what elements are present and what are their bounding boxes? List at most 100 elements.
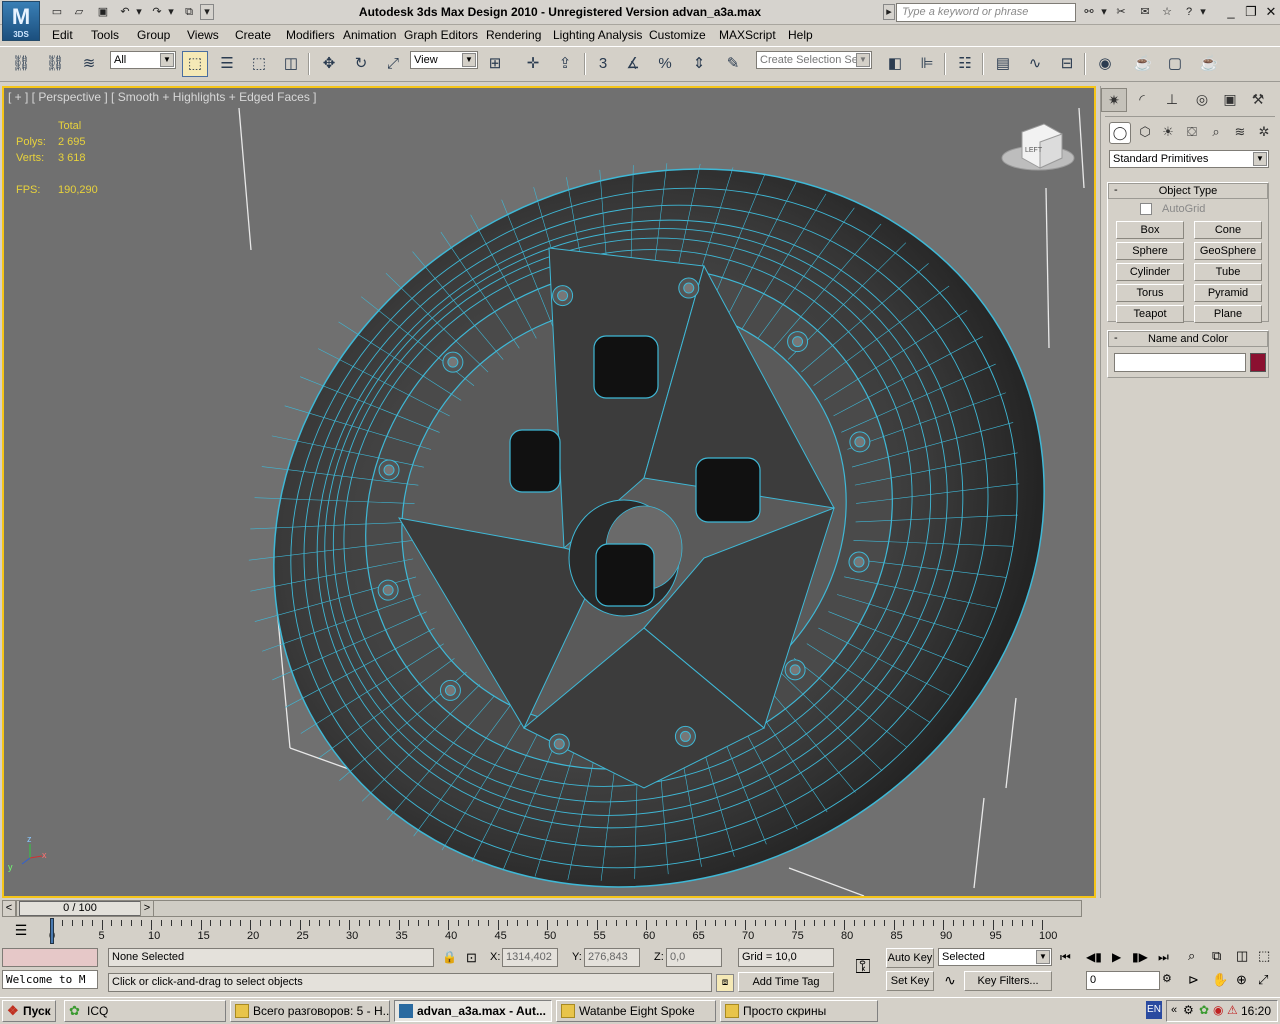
key-mode-dropdown[interactable]: Selected ▼ (938, 948, 1052, 966)
redo-dropdown-icon[interactable]: ▾ (166, 4, 176, 20)
save-file-icon[interactable]: ▣ (94, 4, 112, 20)
select-and-rotate-icon[interactable]: ↻ (348, 51, 374, 77)
favorites-icon[interactable]: ☆ (1158, 4, 1176, 20)
create-tab-icon[interactable]: ✷ (1101, 88, 1127, 112)
render-production-icon[interactable]: ☕ (1196, 51, 1222, 77)
maximize-viewport-icon[interactable]: ⤢ (1258, 972, 1268, 988)
named-selection-set-dropdown[interactable]: Create Selection Se ▼ (756, 51, 872, 69)
schematic-view-icon[interactable]: ⊟ (1054, 51, 1080, 77)
pan-view-icon[interactable]: ✋ (1212, 972, 1228, 988)
percent-snap-icon[interactable]: % (652, 51, 678, 77)
hierarchy-tab-icon[interactable]: ⊥ (1159, 88, 1185, 112)
y-coord-field[interactable]: 276,843 (584, 948, 640, 967)
menu-rendering[interactable]: Rendering (486, 28, 541, 42)
cameras-icon[interactable]: ⛋ (1181, 122, 1203, 144)
menu-create[interactable]: Create (235, 28, 271, 42)
set-key-button[interactable]: Set Key (886, 971, 934, 991)
taskbar-item-screenshots[interactable]: Просто скрины (720, 1000, 878, 1022)
graphite-modeling-tools-icon[interactable]: ▤ (990, 51, 1016, 77)
add-time-tag-button[interactable]: Add Time Tag (738, 972, 834, 992)
quick-access-dropdown-icon[interactable]: ▾ (200, 4, 214, 20)
spinner-snap-icon[interactable]: ⇕ (686, 51, 712, 77)
time-slider-next[interactable]: > (140, 900, 154, 917)
systems-icon[interactable]: ✲ (1253, 122, 1275, 144)
menu-views[interactable]: Views (187, 28, 219, 42)
viewport-label-menu[interactable]: [ + ] [ Perspective ] [ Smooth + Highlig… (8, 90, 317, 104)
mirror-icon[interactable]: ◧ (882, 51, 908, 77)
object-name-input[interactable] (1114, 353, 1246, 372)
snaps-toggle-icon[interactable]: 3 (590, 51, 616, 77)
helpers-icon[interactable]: ⌕ (1205, 122, 1227, 144)
binoculars-icon[interactable]: ⚯ (1080, 4, 1098, 20)
menu-edit[interactable]: Edit (52, 28, 73, 42)
tray-icq-icon[interactable]: ✿ (1199, 1003, 1209, 1017)
edit-named-selection-icon[interactable]: ✎ (720, 51, 746, 77)
perspective-viewport[interactable]: LEFT z x y [ + ] [ Perspective ] [ Smoot… (2, 86, 1096, 898)
close-icon[interactable]: ✕ (1262, 3, 1280, 21)
maxscript-mini-listener[interactable]: Welcome to M (2, 970, 98, 989)
go-to-start-icon[interactable]: ⏮ (1060, 950, 1071, 965)
new-file-icon[interactable]: ▭ (48, 4, 66, 20)
help-icon[interactable]: ? (1180, 4, 1198, 20)
sphere-button[interactable]: Sphere (1116, 242, 1184, 260)
tray-security-icon[interactable]: ⚠ (1227, 1003, 1238, 1017)
zoom-icon[interactable]: ⌕ (1188, 948, 1195, 964)
cone-button[interactable]: Cone (1194, 221, 1262, 239)
minimize-icon[interactable]: _ (1222, 3, 1240, 21)
taskbar-item-3dsmax[interactable]: advan_a3a.max - Aut... (394, 1000, 552, 1022)
open-file-icon[interactable]: ▱ (70, 4, 88, 20)
zoom-extents-all-icon[interactable]: ⬚ (1258, 948, 1270, 964)
tray-arrows-icon[interactable]: « (1171, 1004, 1177, 1016)
auto-key-button[interactable]: Auto Key (886, 948, 934, 968)
taskbar-item-watanbe[interactable]: Watanbe Eight Spoke (556, 1000, 716, 1022)
undo-icon[interactable]: ↶ (116, 4, 134, 20)
reference-coordinate-dropdown[interactable]: View ▼ (410, 51, 478, 69)
shapes-icon[interactable]: ⬡ (1134, 122, 1156, 144)
select-and-manipulate-icon[interactable]: ✛ (520, 51, 546, 77)
box-button[interactable]: Box (1116, 221, 1184, 239)
geometry-category-dropdown[interactable]: Standard Primitives ▼ (1109, 150, 1269, 168)
cylinder-button[interactable]: Cylinder (1116, 263, 1184, 281)
undo-dropdown-icon[interactable]: ▾ (134, 4, 144, 20)
object-type-header[interactable]: - Object Type (1108, 183, 1268, 199)
binoculars-dropdown-icon[interactable]: ▾ (1100, 4, 1108, 20)
bind-space-warp-icon[interactable]: ≋ (76, 51, 102, 77)
geometry-icon[interactable]: ◯ (1109, 122, 1131, 144)
modify-tab-icon[interactable]: ◜ (1129, 88, 1155, 112)
subscription-center-icon[interactable]: ✂ (1112, 4, 1130, 20)
time-tag-icon[interactable]: ⧈ (716, 974, 734, 992)
menu-customize[interactable]: Customize (649, 28, 706, 42)
key-tangent-icon[interactable]: ∿ (940, 972, 960, 992)
unlink-selection-icon[interactable]: ⛓ (42, 51, 68, 77)
application-button[interactable]: M 3DS (2, 1, 40, 41)
rectangular-selection-icon[interactable]: ⬚ (246, 51, 272, 77)
search-input[interactable]: Type a keyword or phrase (896, 3, 1076, 22)
help-dropdown-icon[interactable]: ▾ (1198, 4, 1208, 20)
zoom-all-icon[interactable]: ⧉ (1212, 948, 1221, 964)
play-icon[interactable]: ▶ (1112, 950, 1121, 964)
render-setup-icon[interactable]: ☕ (1130, 51, 1156, 77)
field-of-view-icon[interactable]: ⊳ (1188, 972, 1199, 988)
project-folder-icon[interactable]: ⧉ (180, 4, 198, 20)
space-warps-icon[interactable]: ≋ (1229, 122, 1251, 144)
track-bar[interactable]: ☰ 05101520253035404550556065707580859095… (0, 918, 1100, 946)
menu-tools[interactable]: Tools (91, 28, 119, 42)
taskbar-item-conversations[interactable]: Всего разговоров: 5 - Н... (230, 1000, 390, 1022)
tray-network-icon[interactable]: ⚙ (1183, 1003, 1194, 1017)
display-tab-icon[interactable]: ▣ (1217, 88, 1243, 112)
autogrid-checkbox[interactable] (1140, 203, 1152, 215)
menu-group[interactable]: Group (137, 28, 170, 42)
name-and-color-header[interactable]: - Name and Color (1108, 331, 1268, 347)
tube-button[interactable]: Tube (1194, 263, 1262, 281)
menu-modifiers[interactable]: Modifiers (286, 28, 335, 42)
menu-lighting-analysis[interactable]: Lighting Analysis (553, 28, 642, 42)
time-slider-track[interactable]: 0 / 100 (16, 900, 1082, 917)
lights-icon[interactable]: ☀ (1157, 122, 1179, 144)
next-frame-icon[interactable]: ▮▶ (1132, 950, 1148, 964)
material-editor-icon[interactable]: ◉ (1092, 51, 1118, 77)
key-icon[interactable]: ⚿ (848, 956, 878, 984)
previous-frame-icon[interactable]: ◀▮ (1086, 950, 1102, 964)
select-and-link-icon[interactable]: ⛓ (8, 51, 34, 77)
language-indicator[interactable]: EN (1146, 1001, 1162, 1019)
key-filters-button[interactable]: Key Filters... (964, 971, 1052, 991)
